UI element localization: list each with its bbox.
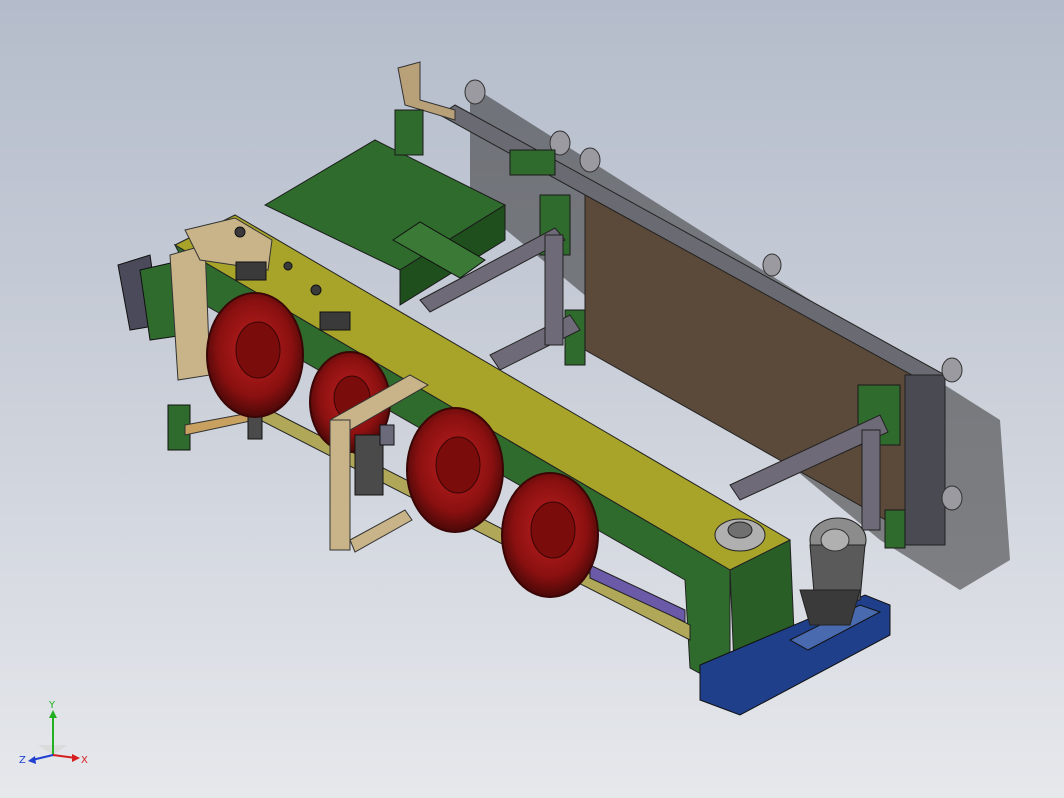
wheel-1: [206, 292, 304, 418]
coordinate-triad: Y X Z: [19, 700, 88, 766]
wheel-3: [406, 407, 504, 533]
z-axis-label: Z: [19, 755, 26, 766]
cad-viewport[interactable]: Y X Z: [0, 0, 1064, 798]
z-axis-arrow: [28, 756, 36, 764]
bearing: [714, 518, 766, 552]
x-axis-arrow: [72, 754, 80, 762]
wheel-4: [501, 472, 599, 598]
y-axis-label: Y: [48, 700, 56, 711]
y-axis-arrow: [49, 710, 57, 718]
back-panel-right-frame: [904, 374, 946, 546]
x-axis-label: X: [81, 755, 88, 766]
assembly-model[interactable]: [0, 0, 1064, 798]
